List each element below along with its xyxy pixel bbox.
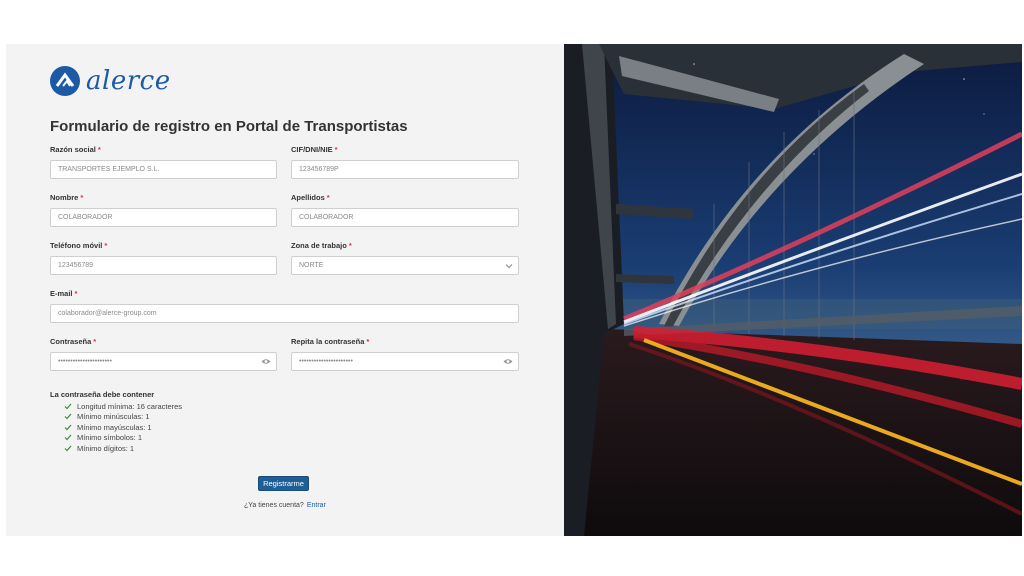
password-input[interactable]: •••••••••••••••••••••• (50, 352, 277, 371)
brand-name: alerce (86, 66, 171, 96)
cif-group: CIF/DNI/NIE * 123456789P (291, 144, 519, 179)
cif-label: CIF/DNI/NIE * (291, 145, 338, 154)
password-rule: Mínimo minúsculas: 1 (50, 412, 182, 423)
telefono-group: Teléfono móvil * 123456789 (50, 240, 277, 275)
password-rule-text: Mínimo dígitos: 1 (77, 443, 135, 453)
telefono-value: 123456789 (58, 262, 94, 269)
hero-image (564, 44, 1022, 536)
password-repeat-group: Repita la contraseña * ••••••••••••••••••… (291, 336, 519, 371)
required-mark: * (326, 193, 330, 202)
apellidos-value: COLABORADOR (299, 214, 354, 221)
bridge-light-trails-image (564, 44, 1022, 536)
password-rules: La contraseña debe contener Longitud mín… (50, 390, 182, 454)
email-value: colaborador@alerce-group.com (58, 310, 157, 317)
password-rule: Mínimo símbolos: 1 (50, 433, 182, 444)
page-title: Formulario de registro en Portal de Tran… (50, 118, 408, 135)
required-mark: * (93, 337, 97, 346)
cif-value: 123456789P (299, 166, 339, 173)
registration-panel: alerce Formulario de registro en Portal … (6, 44, 564, 536)
password-label: Contraseña * (50, 337, 97, 346)
password-rule: Longitud mínima: 16 caracteres (50, 401, 182, 412)
check-icon (64, 434, 72, 441)
eye-icon[interactable] (261, 353, 271, 370)
check-icon (64, 413, 72, 420)
password-rules-title: La contraseña debe contener (50, 390, 155, 399)
login-link[interactable]: Entrar (307, 502, 326, 509)
apellidos-group: Apellidos * COLABORADOR (291, 192, 519, 227)
login-prompt-text: ¿Ya tienes cuenta? (244, 502, 304, 509)
check-icon (64, 445, 72, 452)
razon-social-group: Razón social * TRANSPORTES EJEMPLO S.L. (50, 144, 277, 179)
nombre-label: Nombre * (50, 193, 84, 202)
nombre-value: COLABORADOR (58, 214, 113, 221)
razon-social-label: Razón social * (50, 145, 101, 154)
email-label: E-mail * (50, 289, 78, 298)
password-rule: Mínimo dígitos: 1 (50, 443, 182, 454)
password-repeat-label: Repita la contraseña * (291, 337, 370, 346)
chevron-down-icon[interactable] (505, 257, 513, 274)
password-repeat-value: •••••••••••••••••••••• (299, 358, 353, 365)
apellidos-input[interactable]: COLABORADOR (291, 208, 519, 227)
password-value: •••••••••••••••••••••• (58, 358, 112, 365)
zona-value: NORTE (299, 262, 324, 269)
register-button[interactable]: Registrarme (258, 476, 309, 491)
alerce-logo-icon (50, 66, 80, 96)
required-mark: * (80, 193, 84, 202)
password-rule-text: Longitud mínima: 16 caracteres (77, 401, 183, 411)
cif-input[interactable]: 123456789P (291, 160, 519, 179)
password-rule-text: Mínimo símbolos: 1 (77, 433, 143, 443)
email-group: E-mail * colaborador@alerce-group.com (50, 288, 519, 323)
password-rule-text: Mínimo minúsculas: 1 (77, 412, 150, 422)
email-input[interactable]: colaborador@alerce-group.com (50, 304, 519, 323)
password-group: Contraseña * •••••••••••••••••••••• (50, 336, 277, 371)
check-icon (64, 403, 72, 410)
razon-social-input[interactable]: TRANSPORTES EJEMPLO S.L. (50, 160, 277, 179)
required-mark: * (74, 289, 78, 298)
check-icon (64, 424, 72, 431)
telefono-label: Teléfono móvil * (50, 241, 108, 250)
nombre-group: Nombre * COLABORADOR (50, 192, 277, 227)
nombre-input[interactable]: COLABORADOR (50, 208, 277, 227)
required-mark: * (334, 145, 338, 154)
zona-label: Zona de trabajo * (291, 241, 352, 250)
required-mark: * (366, 337, 370, 346)
apellidos-label: Apellidos * (291, 193, 330, 202)
telefono-input[interactable]: 123456789 (50, 256, 277, 275)
password-repeat-input[interactable]: •••••••••••••••••••••• (291, 352, 519, 371)
eye-icon[interactable] (503, 353, 513, 370)
zona-select[interactable]: NORTE (291, 256, 519, 275)
required-mark: * (348, 241, 352, 250)
zona-group: Zona de trabajo * NORTE (291, 240, 519, 275)
page-frame: alerce Formulario de registro en Portal … (6, 44, 1022, 536)
razon-social-value: TRANSPORTES EJEMPLO S.L. (58, 166, 160, 173)
brand-logo: alerce (50, 66, 171, 96)
required-mark: * (97, 145, 101, 154)
password-rule-text: Mínimo mayúsculas: 1 (77, 422, 152, 432)
login-prompt: ¿Ya tienes cuenta? Entrar (244, 502, 326, 509)
required-mark: * (104, 241, 108, 250)
password-rule: Mínimo mayúsculas: 1 (50, 422, 182, 433)
